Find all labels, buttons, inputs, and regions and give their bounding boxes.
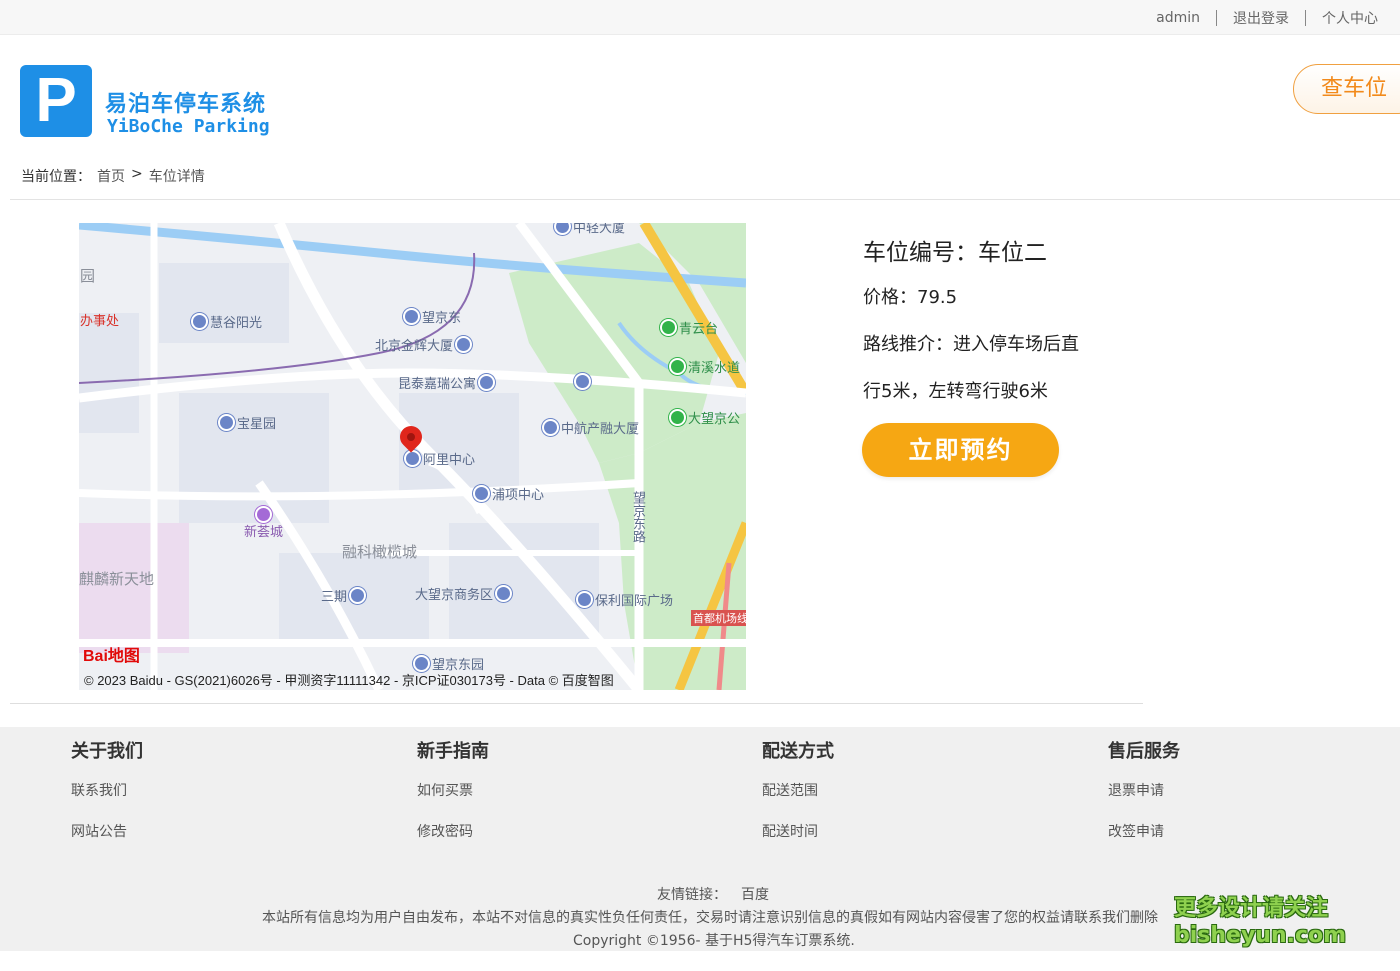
divider <box>10 703 1143 704</box>
logout-link[interactable]: 退出登录 <box>1217 8 1305 28</box>
route-text-line2: 行5米，左转弯行驶6米 <box>863 381 1048 402</box>
building-icon <box>191 313 208 330</box>
top-links: admin 退出登录 个人中心 <box>1140 0 1394 35</box>
price-text: 价格：79.5 <box>863 287 958 308</box>
building-icon <box>473 485 490 502</box>
building-icon <box>218 414 235 431</box>
reserve-button[interactable]: 立即预约 <box>862 423 1059 477</box>
friend-links-label: 友情链接： <box>657 887 727 903</box>
footer-heading: 新手指南 <box>417 741 489 762</box>
poi-xinhuicheng[interactable]: 新荟城 <box>244 506 283 540</box>
baidu-map-logo: Bai地图 <box>83 648 140 665</box>
footer-heading: 售后服务 <box>1108 741 1180 762</box>
route-text-line1: 路线推介：进入停车场后直 <box>863 334 1079 355</box>
footer-heading: 关于我们 <box>71 741 143 762</box>
footer-link-notice[interactable]: 网站公告 <box>71 821 127 841</box>
subway-icon <box>403 308 420 325</box>
poi-wangjing-road: 望京东路 <box>630 491 645 543</box>
top-bar: admin 退出登录 个人中心 <box>0 0 1400 35</box>
username-link[interactable]: admin <box>1140 10 1216 26</box>
poi-service[interactable] <box>574 373 591 390</box>
poi-zhonghang[interactable]: 中航产融大厦 <box>542 418 639 437</box>
poi-wangjingdong[interactable]: 望京东 <box>403 307 461 326</box>
poi-alibaba[interactable]: 阿里中心 <box>404 449 475 468</box>
footer-column-aftersales: 售后服务 退票申请 改签申请 <box>1108 737 1180 840</box>
poi-puxiang[interactable]: 浦项中心 <box>473 484 544 503</box>
poi-jinhui[interactable]: 北京金辉大厦 <box>375 335 473 354</box>
breadcrumb-prefix: 当前位置： <box>21 169 91 185</box>
poi-qingyuntai[interactable]: 青云台 <box>660 318 718 337</box>
poi-airport-line: 首都机场线 <box>691 610 746 626</box>
profile-link[interactable]: 个人中心 <box>1306 8 1394 28</box>
location-map[interactable]: 中轻大厦 望京东 北京金辉大厦 昆泰嘉瑞公寓 慧谷阳光 办事处 园 青云台 清溪… <box>79 223 746 690</box>
service-icon <box>574 373 591 390</box>
breadcrumb-home[interactable]: 首页 <box>97 166 125 186</box>
park-icon <box>660 319 677 336</box>
footer-link-change[interactable]: 改签申请 <box>1108 821 1164 841</box>
poi-rongke: 融科橄榄城 <box>342 543 418 561</box>
poi-huigu[interactable]: 慧谷阳光 <box>191 312 262 331</box>
poi-baoxingyuan[interactable]: 宝星园 <box>218 413 276 432</box>
parking-space-title: 车位编号：车位二 <box>863 240 1047 266</box>
map-copyright: © 2023 Baidu - GS(2021)6026号 - 甲测资字11111… <box>84 673 614 688</box>
poi-dawangjing-biz[interactable]: 大望京商务区 <box>415 584 513 603</box>
building-icon <box>349 587 367 604</box>
poi-sanqi[interactable]: 三期 <box>321 586 367 605</box>
disclaimer-text: 本站所有信息均为用户自由发布，本站不对信息的真实性负任何责任，交易时请注意识别信… <box>262 910 1158 926</box>
divider <box>10 199 1400 200</box>
footer-link-refund[interactable]: 退票申请 <box>1108 780 1164 800</box>
building-icon <box>542 419 559 436</box>
find-parking-button[interactable]: 查车位 <box>1293 64 1400 114</box>
brand-name-en: YiBoChe Parking <box>107 116 270 137</box>
building-icon <box>404 450 421 467</box>
park-icon <box>669 358 686 375</box>
footer-link-range[interactable]: 配送范围 <box>762 780 818 800</box>
brand-name-cn: 易泊车停车系统 <box>105 92 267 117</box>
footer: 关于我们 联系我们 网站公告 新手指南 如何买票 修改密码 配送方式 配送范围 … <box>0 727 1400 951</box>
shopping-icon <box>255 506 272 523</box>
breadcrumb: 当前位置： 首页 > 车位详情 <box>21 166 205 186</box>
footer-link-howtobuy[interactable]: 如何买票 <box>417 780 473 800</box>
friend-links: 友情链接： 百度 <box>657 884 769 904</box>
footer-link-password[interactable]: 修改密码 <box>417 821 473 841</box>
copyright-text: Copyright ©1956- 基于H5得汽车订票系统. <box>573 933 855 949</box>
building-icon <box>554 223 571 235</box>
footer-link-time[interactable]: 配送时间 <box>762 821 818 841</box>
poi-zhongqing[interactable]: 中轻大厦 <box>554 223 625 236</box>
poi-qingxi[interactable]: 清溪水道 <box>669 357 740 376</box>
building-icon <box>576 591 593 608</box>
footer-column-about: 关于我们 联系我们 网站公告 <box>71 737 143 840</box>
park-icon <box>669 409 686 426</box>
building-icon <box>478 374 496 391</box>
friend-link-baidu[interactable]: 百度 <box>741 887 769 903</box>
poi-banshichu[interactable]: 办事处 <box>80 310 119 329</box>
poi-yuan: 园 <box>80 267 96 285</box>
poi-baoli[interactable]: 保利国际广场 <box>576 590 673 609</box>
footer-column-guide: 新手指南 如何买票 修改密码 <box>417 737 489 840</box>
breadcrumb-current: 车位详情 <box>148 169 205 185</box>
footer-heading: 配送方式 <box>762 741 834 762</box>
watermark-line2: bisheyun.com <box>1174 923 1347 948</box>
building-icon <box>495 585 513 602</box>
poi-qilin: 麒麟新天地 <box>79 570 155 588</box>
logo-icon[interactable]: P <box>20 65 92 137</box>
logo-letter: P <box>35 66 77 135</box>
poi-kuntai[interactable]: 昆泰嘉瑞公寓 <box>398 373 496 392</box>
building-icon <box>455 336 473 353</box>
footer-column-delivery: 配送方式 配送范围 配送时间 <box>762 737 834 840</box>
footer-link-contact[interactable]: 联系我们 <box>71 780 127 800</box>
watermark: 更多设计请关注 bisheyun.com <box>1174 895 1346 949</box>
breadcrumb-separator: > <box>131 166 143 182</box>
watermark-line1: 更多设计请关注 <box>1174 896 1329 921</box>
poi-dawangjing-park[interactable]: 大望京公 <box>669 408 740 427</box>
